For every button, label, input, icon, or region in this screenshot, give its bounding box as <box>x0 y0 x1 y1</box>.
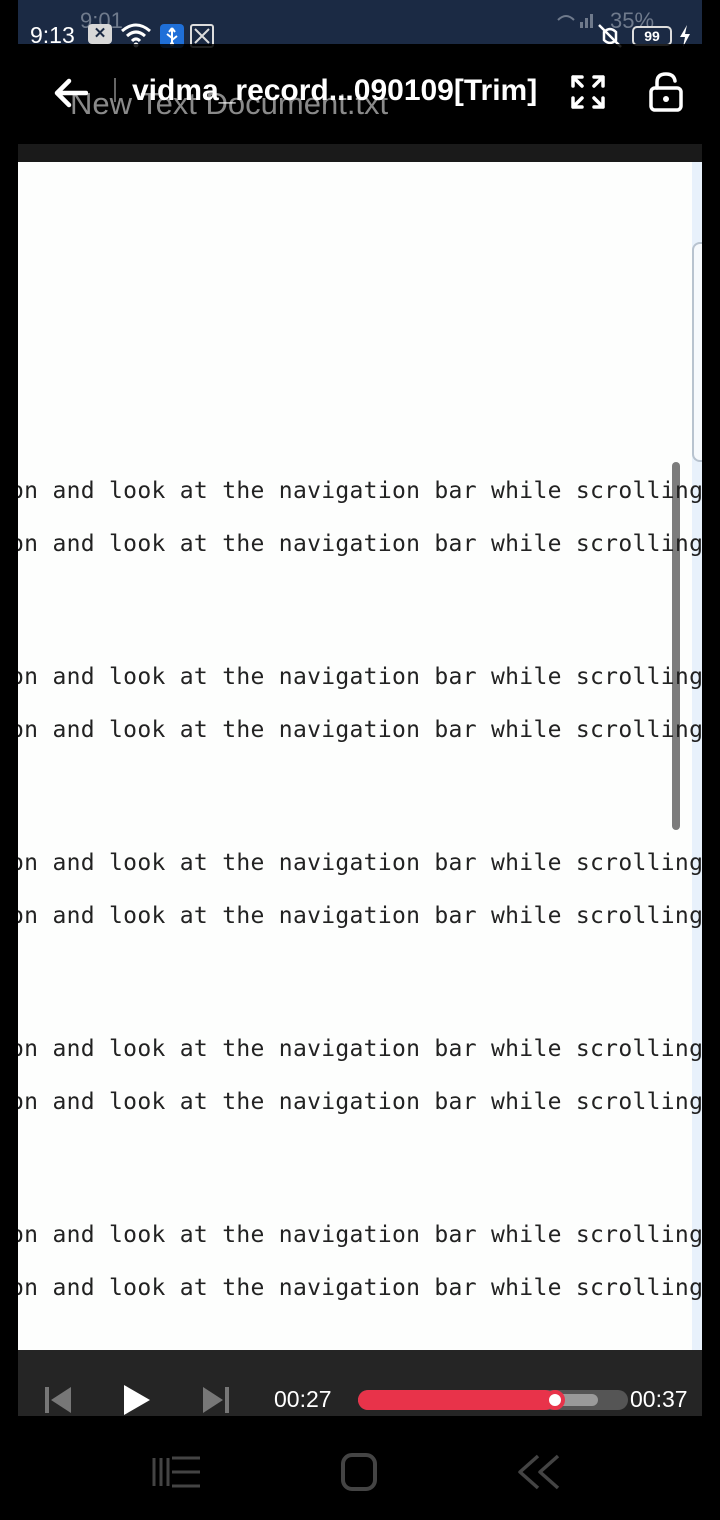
home-button[interactable] <box>332 1452 386 1492</box>
playback-controls: 00:27 00:37 <box>18 1350 702 1416</box>
skip-next-icon <box>203 1387 229 1413</box>
home-icon <box>341 1453 377 1491</box>
document-line: on and look at the navigation bar while … <box>18 1036 702 1062</box>
title-divider <box>114 78 116 102</box>
unlock-icon <box>649 72 683 112</box>
edge-panel-handle <box>692 242 702 462</box>
document-line: on and look at the navigation bar while … <box>18 850 702 876</box>
video-frame-document[interactable]: on and look at the navigation bar while … <box>18 162 702 1350</box>
back-button[interactable] <box>50 72 92 114</box>
system-navigation-bar <box>0 1416 720 1520</box>
document-line: on and look at the navigation bar while … <box>18 531 702 557</box>
play-icon <box>124 1385 150 1415</box>
document-line: on and look at the navigation bar while … <box>18 1222 702 1248</box>
recent-apps-button[interactable] <box>150 1452 204 1492</box>
recent-apps-icon <box>152 1456 200 1488</box>
seek-progress <box>358 1390 555 1410</box>
video-title: vidma_record...090109[Trim] <box>132 74 538 107</box>
current-time: 00:27 <box>274 1386 332 1412</box>
back-arrow-icon <box>54 78 88 108</box>
fullscreen-button[interactable] <box>570 74 606 110</box>
frame-strip <box>18 144 702 162</box>
previous-button[interactable] <box>44 1386 72 1414</box>
back-nav-button[interactable] <box>514 1452 568 1492</box>
document-line: on and look at the navigation bar while … <box>18 717 702 743</box>
seek-thumb[interactable] <box>545 1390 565 1410</box>
total-time: 00:37 <box>630 1386 688 1412</box>
battery-icon: 99 <box>632 26 672 46</box>
fullscreen-icon <box>571 75 605 109</box>
document-line: on and look at the navigation bar while … <box>18 1089 702 1115</box>
player-top-bar: New Text Document.txt vidma_record...090… <box>18 44 702 144</box>
document-line: on and look at the navigation bar while … <box>18 664 702 690</box>
document-scrollbar <box>672 462 680 830</box>
back-icon <box>518 1454 560 1490</box>
document-line: on and look at the navigation bar while … <box>18 478 702 504</box>
document-line: on and look at the navigation bar while … <box>18 903 702 929</box>
skip-previous-icon <box>45 1387 71 1413</box>
document-line: on and look at the navigation bar while … <box>18 1275 702 1301</box>
play-button[interactable] <box>122 1384 152 1416</box>
lock-button[interactable] <box>648 72 684 112</box>
next-button[interactable] <box>202 1386 230 1414</box>
close-notification-icon: ✕ <box>88 24 112 44</box>
